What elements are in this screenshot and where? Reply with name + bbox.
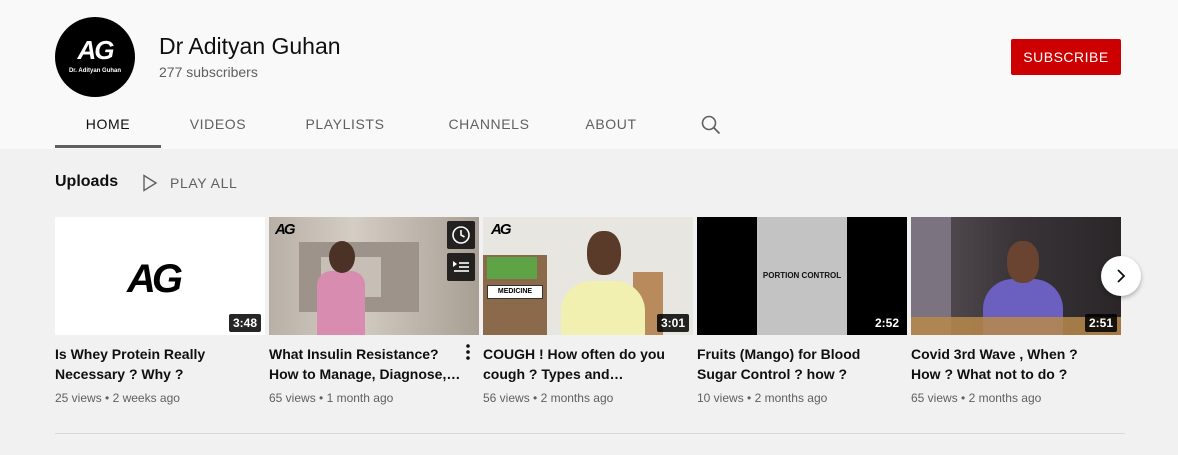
thumbnail-logo: AG xyxy=(491,221,511,238)
video-title[interactable]: Fruits (Mango) for Blood Sugar Control ?… xyxy=(697,344,897,384)
video-meta: 25 views • 2 weeks ago xyxy=(55,391,265,405)
upload-age: 2 months ago xyxy=(968,391,1042,405)
view-count: 56 views xyxy=(483,391,530,405)
video-card[interactable]: MEDICINE AG 3:01 COUGH ! How often do yo… xyxy=(483,217,693,405)
video-thumbnail[interactable]: AG 3:48 xyxy=(55,217,265,335)
video-title[interactable]: Covid 3rd Wave , When ? How ? What not t… xyxy=(911,344,1111,384)
video-title[interactable]: COUGH ! How often do you cough ? Types a… xyxy=(483,344,683,384)
add-to-queue-button[interactable] xyxy=(447,253,475,281)
tab-playlists[interactable]: PLAYLISTS xyxy=(291,101,399,147)
video-card[interactable]: AG 3:48 Is Whey Protein Really Necessary… xyxy=(55,217,265,405)
channel-header: AG Dr. Adityan Guhan Dr Adityan Guhan 27… xyxy=(0,0,1178,149)
video-duration: 2:52 xyxy=(870,314,903,332)
video-duration: 2:51 xyxy=(1084,314,1117,332)
view-count: 65 views xyxy=(269,391,316,405)
thumbnail-text: PORTION CONTROL xyxy=(762,271,842,280)
watch-later-button[interactable] xyxy=(447,221,475,249)
video-thumbnail[interactable]: MEDICINE AG 3:01 xyxy=(483,217,693,335)
play-icon xyxy=(143,174,158,192)
video-card[interactable]: AG What Insulin Resistance? How to Manag… xyxy=(269,217,479,405)
meta-separator: • xyxy=(105,391,110,405)
play-all-button[interactable]: PLAY ALL xyxy=(142,173,237,193)
view-count: 65 views xyxy=(911,391,958,405)
clock-icon xyxy=(452,226,470,244)
meta-separator: • xyxy=(961,391,966,405)
video-duration: 3:48 xyxy=(228,314,261,332)
meta-separator: • xyxy=(747,391,752,405)
thumbnail-logo: AG xyxy=(275,221,295,238)
avatar-logo-name: Dr. Adityan Guhan xyxy=(68,67,122,74)
meta-separator: • xyxy=(533,391,538,405)
upload-age: 2 weeks ago xyxy=(112,391,180,405)
upload-age: 2 months ago xyxy=(540,391,614,405)
queue-icon xyxy=(453,261,469,272)
upload-age: 1 month ago xyxy=(326,391,394,405)
more-options-icon[interactable] xyxy=(465,343,471,361)
subscribe-button[interactable]: SUBSCRIBE xyxy=(1011,39,1121,75)
search-icon[interactable] xyxy=(700,114,722,136)
play-all-label: PLAY ALL xyxy=(170,175,238,191)
video-meta: 10 views • 2 months ago xyxy=(697,391,907,405)
video-card[interactable]: 2:51 Covid 3rd Wave , When ? How ? What … xyxy=(911,217,1121,405)
view-count: 10 views xyxy=(697,391,744,405)
view-count: 25 views xyxy=(55,391,102,405)
meta-separator: • xyxy=(319,391,324,405)
video-meta: 65 views • 1 month ago xyxy=(269,391,479,405)
tab-about[interactable]: ABOUT xyxy=(571,101,651,147)
chevron-right-icon xyxy=(1117,269,1126,283)
avatar-logo: AG xyxy=(77,34,115,65)
video-meta: 56 views • 2 months ago xyxy=(483,391,693,405)
channel-name: Dr Adityan Guhan xyxy=(159,33,341,59)
carousel-next-button[interactable] xyxy=(1101,256,1141,296)
video-thumbnail[interactable]: AG xyxy=(269,217,479,335)
thumbnail-logo: AG xyxy=(127,257,183,301)
video-duration: 3:01 xyxy=(656,314,689,332)
uploads-title[interactable]: Uploads xyxy=(55,173,118,191)
video-title[interactable]: Is Whey Protein Really Necessary ? Why ? xyxy=(55,344,255,384)
tab-channels[interactable]: CHANNELS xyxy=(431,101,547,147)
video-card[interactable]: PORTION CONTROL 2:52 Fruits (Mango) for … xyxy=(697,217,907,405)
subscriber-count: 277 subscribers xyxy=(159,64,258,80)
video-thumbnail[interactable]: 2:51 xyxy=(911,217,1121,335)
video-thumbnail[interactable]: PORTION CONTROL 2:52 xyxy=(697,217,907,335)
thumbnail-label: MEDICINE xyxy=(487,285,543,299)
tab-home[interactable]: HOME xyxy=(55,101,161,148)
upload-age: 2 months ago xyxy=(754,391,828,405)
channel-avatar[interactable]: AG Dr. Adityan Guhan xyxy=(55,17,135,97)
section-divider xyxy=(55,433,1125,434)
video-title[interactable]: What Insulin Resistance? How to Manage, … xyxy=(269,344,469,384)
video-meta: 65 views • 2 months ago xyxy=(911,391,1121,405)
tab-videos[interactable]: VIDEOS xyxy=(173,101,263,147)
